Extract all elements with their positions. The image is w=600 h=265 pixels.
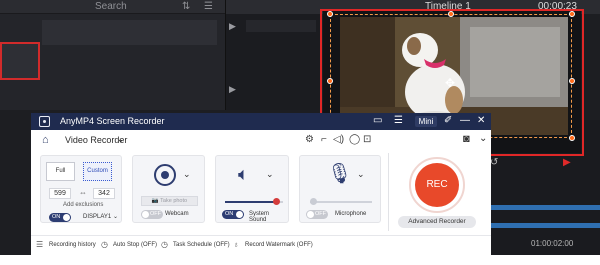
chevron-down-icon[interactable]: ⌄ [117, 134, 125, 145]
auto-stop-link[interactable]: Auto Stop (OFF) [113, 242, 157, 248]
subtitle-icon[interactable]: ▭ [373, 115, 382, 127]
sort-icon[interactable]: ⇅ [182, 1, 190, 12]
resize-handle[interactable] [569, 135, 575, 141]
microphone-icon: 🎙︎ [327, 163, 353, 185]
system-sound-toggle[interactable]: ON [222, 210, 244, 219]
microphone-card: 🎙︎ ⌄ OFF Microphone [299, 155, 381, 223]
full-screen-button[interactable]: Full [46, 162, 75, 181]
selected-media-clip[interactable] [0, 42, 40, 80]
system-sound-volume-slider[interactable] [225, 198, 283, 205]
history-icon[interactable]: ☰ [36, 240, 43, 249]
display-toggle[interactable]: ON [49, 213, 71, 222]
media-search-label[interactable]: Search [95, 1, 127, 12]
display-selector[interactable]: DISPLAY1 [83, 214, 111, 220]
toggle-label: OFF [315, 211, 326, 217]
media-library-toolbar: Search ⇅ ☰ [0, 0, 225, 14]
filter-icon[interactable]: ☰ [204, 1, 213, 12]
resize-handle[interactable] [448, 11, 454, 17]
playhead-marker-icon[interactable]: ▶ [563, 157, 571, 168]
take-photo-button[interactable]: 📷 Take photo [141, 196, 198, 206]
close-icon[interactable]: ✕ [477, 115, 485, 127]
framerate-icon[interactable]: ⊡ [363, 134, 371, 145]
recorder-title-bar[interactable]: AnyMP4 Screen Recorder ▭ ☰ Mini ✐ — ✕ [31, 113, 491, 130]
slider-fill [225, 201, 276, 203]
camera-icon[interactable]: ◙ [463, 133, 470, 145]
toggle-knob [63, 214, 70, 221]
take-photo-label: Take photo [160, 198, 188, 204]
webcam-card: ⌄ 📷 Take photo OFF Webcam [132, 155, 205, 223]
link-dimensions-icon[interactable]: ⇔ [79, 188, 87, 197]
microphone-toggle[interactable]: OFF [306, 210, 328, 219]
system-sound-label: System Sound [249, 211, 270, 223]
timeline-clip[interactable] [490, 205, 600, 210]
height-input[interactable]: 342 [93, 188, 115, 199]
resize-handle[interactable] [569, 78, 575, 84]
task-schedule-link[interactable]: Task Schedule (OFF) [173, 242, 230, 248]
recording-history-link[interactable]: Recording history [49, 242, 96, 248]
toggle-label: ON [52, 214, 61, 220]
speaker-icon: 🔈︎ [238, 164, 249, 184]
chevron-down-icon[interactable]: ⌄ [183, 169, 191, 180]
track-header-toolbar [226, 0, 322, 14]
calendar-icon[interactable]: ◷ [161, 240, 168, 249]
recording-area-card: Full Custom 599 ⇔ 342 Add exclusions ON … [40, 155, 122, 223]
speaker-small-icon[interactable]: ◁) [333, 134, 344, 145]
play-icon[interactable]: ▶ [229, 21, 236, 32]
menu-icon[interactable]: ☰ [394, 115, 403, 127]
app-logo-icon [39, 116, 50, 127]
loop-icon[interactable]: ↺ [490, 157, 498, 168]
recorder-footer: ☰ Recording history ◷ Auto Stop (OFF) ◷ … [31, 235, 491, 255]
divider [388, 153, 389, 231]
resize-handle[interactable] [569, 11, 575, 17]
webcam-toggle[interactable]: OFF [141, 210, 163, 219]
microphone-volume-slider[interactable] [310, 198, 372, 205]
slider-thumb[interactable] [310, 198, 317, 205]
mini-mode-button[interactable]: Mini [415, 116, 437, 127]
mouse-icon[interactable]: ◯ [349, 134, 360, 145]
resize-handle[interactable] [327, 78, 333, 84]
custom-area-button[interactable]: Custom [83, 162, 112, 181]
timeline-timecode: 01:00:02:00 [531, 239, 574, 248]
watermark-icon[interactable]: ♁ [233, 240, 239, 249]
timeline-clip[interactable] [490, 223, 600, 228]
webcam-icon [154, 164, 176, 186]
media-library-panel: Search ⇅ ☰ [0, 0, 225, 110]
webcam-label: Webcam [165, 211, 189, 217]
settings-icon[interactable]: ⚙ [305, 134, 314, 145]
system-sound-card: 🔈︎ ⌄ ON System Sound [215, 155, 289, 223]
home-icon[interactable]: ⌂ [42, 134, 49, 146]
track-header-panel: ▶ ▶ [225, 0, 322, 110]
app-title: AnyMP4 Screen Recorder [60, 116, 165, 126]
add-exclusions-link[interactable]: Add exclusions [63, 202, 103, 208]
toggle-knob [142, 211, 149, 218]
minimize-icon[interactable]: — [460, 115, 470, 127]
chevron-down-icon[interactable]: ⌄ [266, 169, 274, 180]
clock-icon[interactable]: ◷ [101, 240, 108, 249]
toggle-label: OFF [150, 211, 161, 217]
toggle-knob [236, 211, 243, 218]
record-watermark-link[interactable]: Record Watermark (OFF) [245, 242, 313, 248]
width-input[interactable]: 599 [49, 188, 71, 199]
rec-button[interactable]: REC [415, 163, 459, 207]
toggle-knob [307, 211, 314, 218]
move-icon[interactable]: ✥ [445, 76, 455, 90]
region-icon[interactable]: ⌐ [321, 134, 327, 145]
media-thumbnails [42, 20, 217, 45]
chevron-down-icon[interactable]: ⌄ [357, 169, 365, 180]
advanced-recorder-button[interactable]: Advanced Recorder [398, 216, 476, 228]
chevron-down-icon[interactable]: ⌄ [479, 133, 487, 144]
screen-recorder-window: AnyMP4 Screen Recorder ▭ ☰ Mini ✐ — ✕ ⌂ … [31, 113, 491, 255]
pin-icon[interactable]: ✐ [444, 115, 452, 127]
resize-handle[interactable] [327, 11, 333, 17]
play-icon[interactable]: ▶ [229, 84, 236, 95]
mode-toolbar: ⌂ Video Recorder ⌄ ⚙ ⌐ ◁) ◯ ⊡ ◙ ⌄ [31, 130, 491, 150]
chevron-down-icon[interactable]: ⌄ [113, 213, 118, 220]
slider-thumb[interactable] [273, 198, 280, 205]
toggle-label: ON [225, 211, 234, 217]
microphone-label: Microphone [335, 211, 367, 217]
track-stub [246, 20, 316, 32]
